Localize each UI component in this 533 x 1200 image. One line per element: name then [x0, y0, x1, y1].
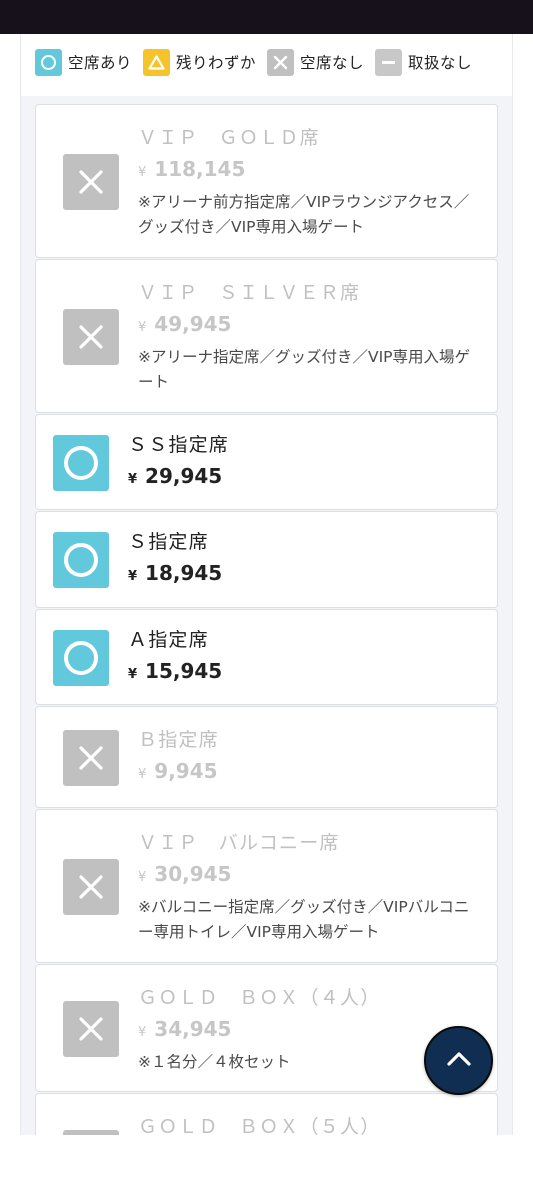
ticket-card-a[interactable]: Ａ指定席 ¥15,945 [35, 609, 498, 705]
ticket-price: ¥118,145 [138, 154, 475, 188]
price-value: 29,945 [145, 464, 223, 488]
yen-sign: ¥ [128, 569, 138, 584]
ticket-name: ＧＯＬＤ ＢＯＸ（４人） [138, 987, 381, 1009]
status-bar [0, 0, 533, 34]
ticket-price: ¥9,945 [138, 756, 475, 790]
ticket-name: ＶＩＰ バルコニー席 [138, 832, 340, 854]
price-value: 34,945 [154, 1017, 232, 1041]
cross-icon [63, 859, 119, 915]
yen-sign: ¥ [138, 1025, 147, 1040]
legend-not-handled: 取扱なし [375, 48, 473, 76]
yen-sign: ¥ [128, 472, 138, 487]
ticket-card-vip-gold[interactable]: ＶＩＰ ＧＯＬＤ席 ¥118,145 ※アリーナ前方指定席／VIPラウンジアクセ… [35, 104, 498, 258]
ticket-price: ¥34,945 [138, 1014, 475, 1048]
ticket-name: ＶＩＰ ＳＩＬＶＥＲ席 [138, 282, 361, 304]
ticket-name: Ｓ指定席 [128, 531, 209, 553]
circle-icon [53, 435, 109, 491]
ticket-card-vip-silver[interactable]: ＶＩＰ ＳＩＬＶＥＲ席 ¥49,945 ※アリーナ指定席／グッズ付き／VIP専用… [35, 259, 498, 413]
price-value: 9,945 [154, 759, 218, 783]
ticket-name: Ｂ指定席 [138, 729, 219, 751]
ticket-price: ¥15,945 [128, 656, 475, 690]
yen-sign: ¥ [138, 870, 147, 885]
yen-sign: ¥ [138, 320, 147, 335]
ticket-name: ＶＩＰ ＧＯＬＤ席 [138, 127, 320, 149]
ticket-name: ＧＯＬＤ ＢＯＸ（５人） [138, 1116, 381, 1135]
price-value: 15,945 [145, 659, 223, 683]
legend-few-left: 残りわずか [143, 48, 257, 76]
yen-sign: ¥ [138, 767, 147, 782]
ticket-price: ¥18,945 [128, 558, 475, 592]
legend-label: 残りわずか [176, 54, 257, 72]
ticket-note: ※アリーナ前方指定席／VIPラウンジアクセス／グッズ付き／VIP専用入場ゲート [138, 193, 470, 236]
ticket-name: Ａ指定席 [128, 629, 209, 651]
cross-icon [63, 730, 119, 786]
legend-label: 空席なし [300, 54, 365, 72]
price-value: 49,945 [154, 312, 232, 336]
ticket-card-s[interactable]: Ｓ指定席 ¥18,945 [35, 511, 498, 608]
legend-label: 空席あり [68, 54, 133, 72]
ticket-price: ¥49,945 [138, 309, 475, 343]
yen-sign: ¥ [138, 165, 147, 180]
circle-icon [35, 48, 62, 76]
cross-icon [63, 1130, 119, 1135]
ticket-name: ＳＳ指定席 [128, 434, 230, 456]
circle-icon [53, 532, 109, 588]
ticket-price: ¥30,945 [138, 859, 475, 893]
ticket-card-vip-balcony[interactable]: ＶＩＰ バルコニー席 ¥30,945 ※バルコニー指定席／グッズ付き／VIPバル… [35, 809, 498, 963]
cross-icon [63, 309, 119, 365]
legend-label: 取扱なし [408, 54, 473, 72]
ticket-price: ¥29,945 [128, 461, 475, 495]
ticket-card-ss[interactable]: ＳＳ指定席 ¥29,945 [35, 414, 498, 510]
triangle-icon [143, 48, 171, 76]
ticket-card-gold-box-5[interactable]: ＧＯＬＤ ＢＯＸ（５人） [35, 1093, 498, 1135]
availability-legend: 空席あり 残りわずか 空席なし 取扱なし [35, 48, 483, 76]
scroll-to-top-button[interactable] [424, 1026, 493, 1095]
cross-icon [63, 154, 119, 210]
ticket-card-b[interactable]: Ｂ指定席 ¥9,945 [35, 706, 498, 808]
cross-icon [267, 48, 295, 76]
ticket-note: ※アリーナ指定席／グッズ付き／VIP専用入場ゲート [138, 348, 471, 391]
price-value: 18,945 [145, 561, 223, 585]
dash-icon [375, 48, 403, 76]
cross-icon [63, 1001, 119, 1057]
legend-available: 空席あり [35, 48, 133, 76]
circle-icon [53, 630, 109, 686]
price-value: 30,945 [154, 862, 232, 886]
legend-sold-out: 空席なし [267, 48, 365, 76]
price-value: 118,145 [154, 157, 246, 181]
yen-sign: ¥ [128, 667, 138, 682]
chevron-up-icon [446, 1051, 472, 1071]
ticket-note: ※バルコニー指定席／グッズ付き／VIPバルコニー専用トイレ／VIP専用入場ゲート [138, 898, 470, 941]
